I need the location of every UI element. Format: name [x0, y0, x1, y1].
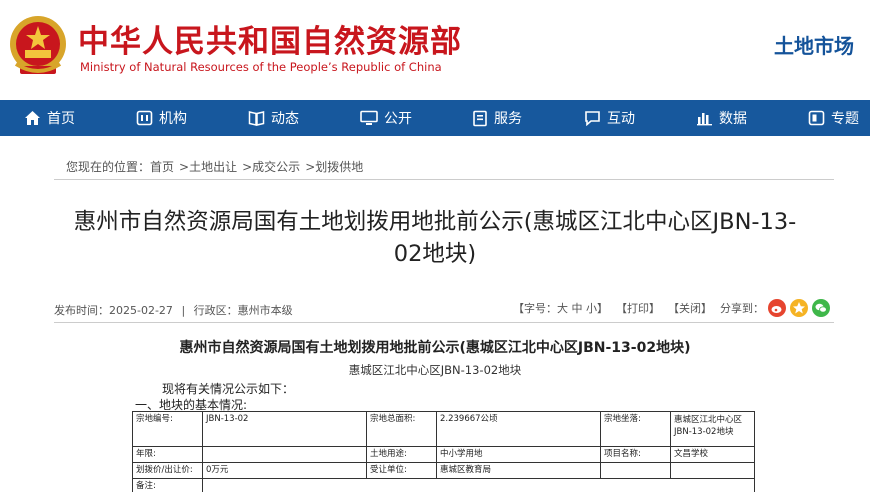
article-tools: 【字号：大 中 小】 【打印】 【关闭】 分享到： [505, 299, 830, 317]
book-icon [248, 111, 265, 126]
site-header: 中华人民共和国自然资源部 Ministry of Natural Resourc… [0, 0, 870, 100]
breadcrumb-separator: > [305, 160, 316, 174]
breadcrumb-deal-notice[interactable]: 成交公示 [252, 160, 300, 174]
breadcrumb-allocation[interactable]: 划拨供地 [315, 160, 363, 174]
font-size-close: 】 [597, 302, 608, 315]
article-title-line-1: 惠州市自然资源局国有土地划拨用地批前公示(惠城区江北中心区JBN-13- [73, 209, 797, 235]
table-cell: 项目名称: [600, 446, 671, 463]
table-cell: 文昌学校 [670, 446, 755, 463]
breadcrumb-separator: > [179, 160, 190, 174]
table-cell: 受让单位: [366, 462, 437, 479]
table-cell: 宗地编号: [132, 411, 203, 447]
nav-label: 首页 [47, 111, 75, 127]
nav-item-public[interactable]: 公开 [360, 100, 412, 136]
table-row: 划拨价/出让价: 0万元 受让单位: 惠城区教育局 [132, 462, 755, 479]
font-size-large[interactable]: 大 [557, 302, 568, 315]
nav-label: 互动 [607, 111, 635, 127]
doc-intro: 现将有关情况公示如下： [162, 382, 295, 396]
nav-item-service[interactable]: 服务 [472, 100, 522, 136]
article-title: 惠州市自然资源局国有土地划拨用地批前公示(惠城区江北中心区JBN-13- 02地… [40, 206, 830, 270]
nav-label: 服务 [494, 111, 522, 127]
nav-item-data[interactable]: 数据 [696, 100, 747, 136]
weibo-icon[interactable] [768, 299, 786, 317]
table-row: 宗地编号: JBN-13-02 宗地总面积: 2.239667公顷 宗地坐落: … [132, 411, 755, 447]
wechat-icon[interactable] [812, 299, 830, 317]
breadcrumb-home[interactable]: 首页 [150, 160, 174, 174]
region-value: 惠州市本级 [237, 304, 293, 317]
ministry-title-en: Ministry of Natural Resources of the Peo… [80, 60, 442, 74]
table-cell: 2.239667公顷 [436, 411, 601, 447]
table-cell: 宗地坐落: [600, 411, 671, 447]
section-title: 土地市场 [774, 34, 854, 58]
land-info-table: 宗地编号: JBN-13-02 宗地总面积: 2.239667公顷 宗地坐落: … [132, 411, 755, 492]
table-cell: 宗地总面积: [366, 411, 437, 447]
font-size-medium[interactable]: 中 [572, 302, 583, 315]
font-size-label: 【字号： [513, 302, 557, 315]
breadcrumb: 您现在的位置：首页 >土地出让 >成交公示 >划拨供地 [66, 158, 363, 175]
monitor-icon [360, 110, 378, 125]
breadcrumb-land-transfer[interactable]: 土地出让 [189, 160, 237, 174]
publish-date: 2025-02-27 [109, 304, 173, 317]
table-cell [600, 462, 671, 479]
doc-title: 惠州市自然资源局国有土地划拨用地批前公示(惠城区江北中心区JBN-13-02地块… [179, 340, 691, 356]
table-cell: 惠城区江北中心区JBN-13-02地块 [670, 411, 755, 447]
table-cell [202, 478, 755, 492]
font-size-small[interactable]: 小 [586, 302, 597, 315]
table-cell: 中小学用地 [436, 446, 601, 463]
chat-icon [585, 111, 600, 126]
nav-item-topics[interactable]: 专题 [808, 100, 859, 136]
nav-item-home[interactable]: 首页 [24, 100, 75, 136]
nav-item-news[interactable]: 动态 [248, 100, 299, 136]
breadcrumb-prefix: 您现在的位置： [66, 160, 151, 174]
table-cell: 土地用途: [366, 446, 437, 463]
table-cell: 备注: [132, 478, 203, 492]
nav-item-institution[interactable]: 机构 [136, 100, 187, 136]
divider [54, 179, 834, 180]
share-label: 分享到： [720, 302, 764, 315]
table-cell: 年限: [132, 446, 203, 463]
table-cell: JBN-13-02 [202, 411, 367, 447]
nav-item-interact[interactable]: 互动 [584, 100, 635, 136]
nav-label: 公开 [384, 111, 412, 127]
nav-label: 数据 [719, 111, 747, 127]
national-emblem-icon [10, 16, 66, 74]
nav-label: 机构 [159, 111, 187, 127]
table-row: 备注: [132, 478, 755, 492]
qzone-icon[interactable] [790, 299, 808, 317]
institution-icon [136, 110, 153, 126]
publish-label: 发布时间： [54, 304, 109, 317]
table-cell: 0万元 [202, 462, 367, 479]
doc-subtitle: 惠城区江北中心区JBN-13-02地块 [348, 363, 522, 377]
divider [54, 322, 834, 323]
print-button[interactable]: 【打印】 [616, 300, 660, 316]
font-size-controls: 【字号：大 中 小】 [513, 300, 608, 316]
article-title-line-2: 02地块) [393, 241, 477, 267]
table-cell [670, 462, 755, 479]
bar-chart-icon [697, 113, 712, 126]
document-icon [473, 110, 487, 126]
table-cell: 惠城区教育局 [436, 462, 601, 479]
region-label: 行政区： [193, 304, 238, 317]
nav-label: 动态 [271, 111, 299, 127]
table-cell [202, 446, 367, 463]
main-nav: 首页 机构 动态 公开 服务 互动 数据 专题 [0, 100, 870, 136]
album-icon [808, 110, 825, 126]
breadcrumb-separator: > [242, 160, 253, 174]
close-button[interactable]: 【关闭】 [668, 300, 712, 316]
article-meta: 发布时间：2025-02-27 | 行政区：惠州市本级 [54, 304, 293, 317]
home-icon [25, 111, 40, 125]
table-cell: 划拨价/出让价: [132, 462, 203, 479]
nav-label: 专题 [831, 111, 859, 127]
table-row: 年限: 土地用途: 中小学用地 项目名称: 文昌学校 [132, 446, 755, 463]
ministry-title-cn: 中华人民共和国自然资源部 [78, 24, 462, 60]
